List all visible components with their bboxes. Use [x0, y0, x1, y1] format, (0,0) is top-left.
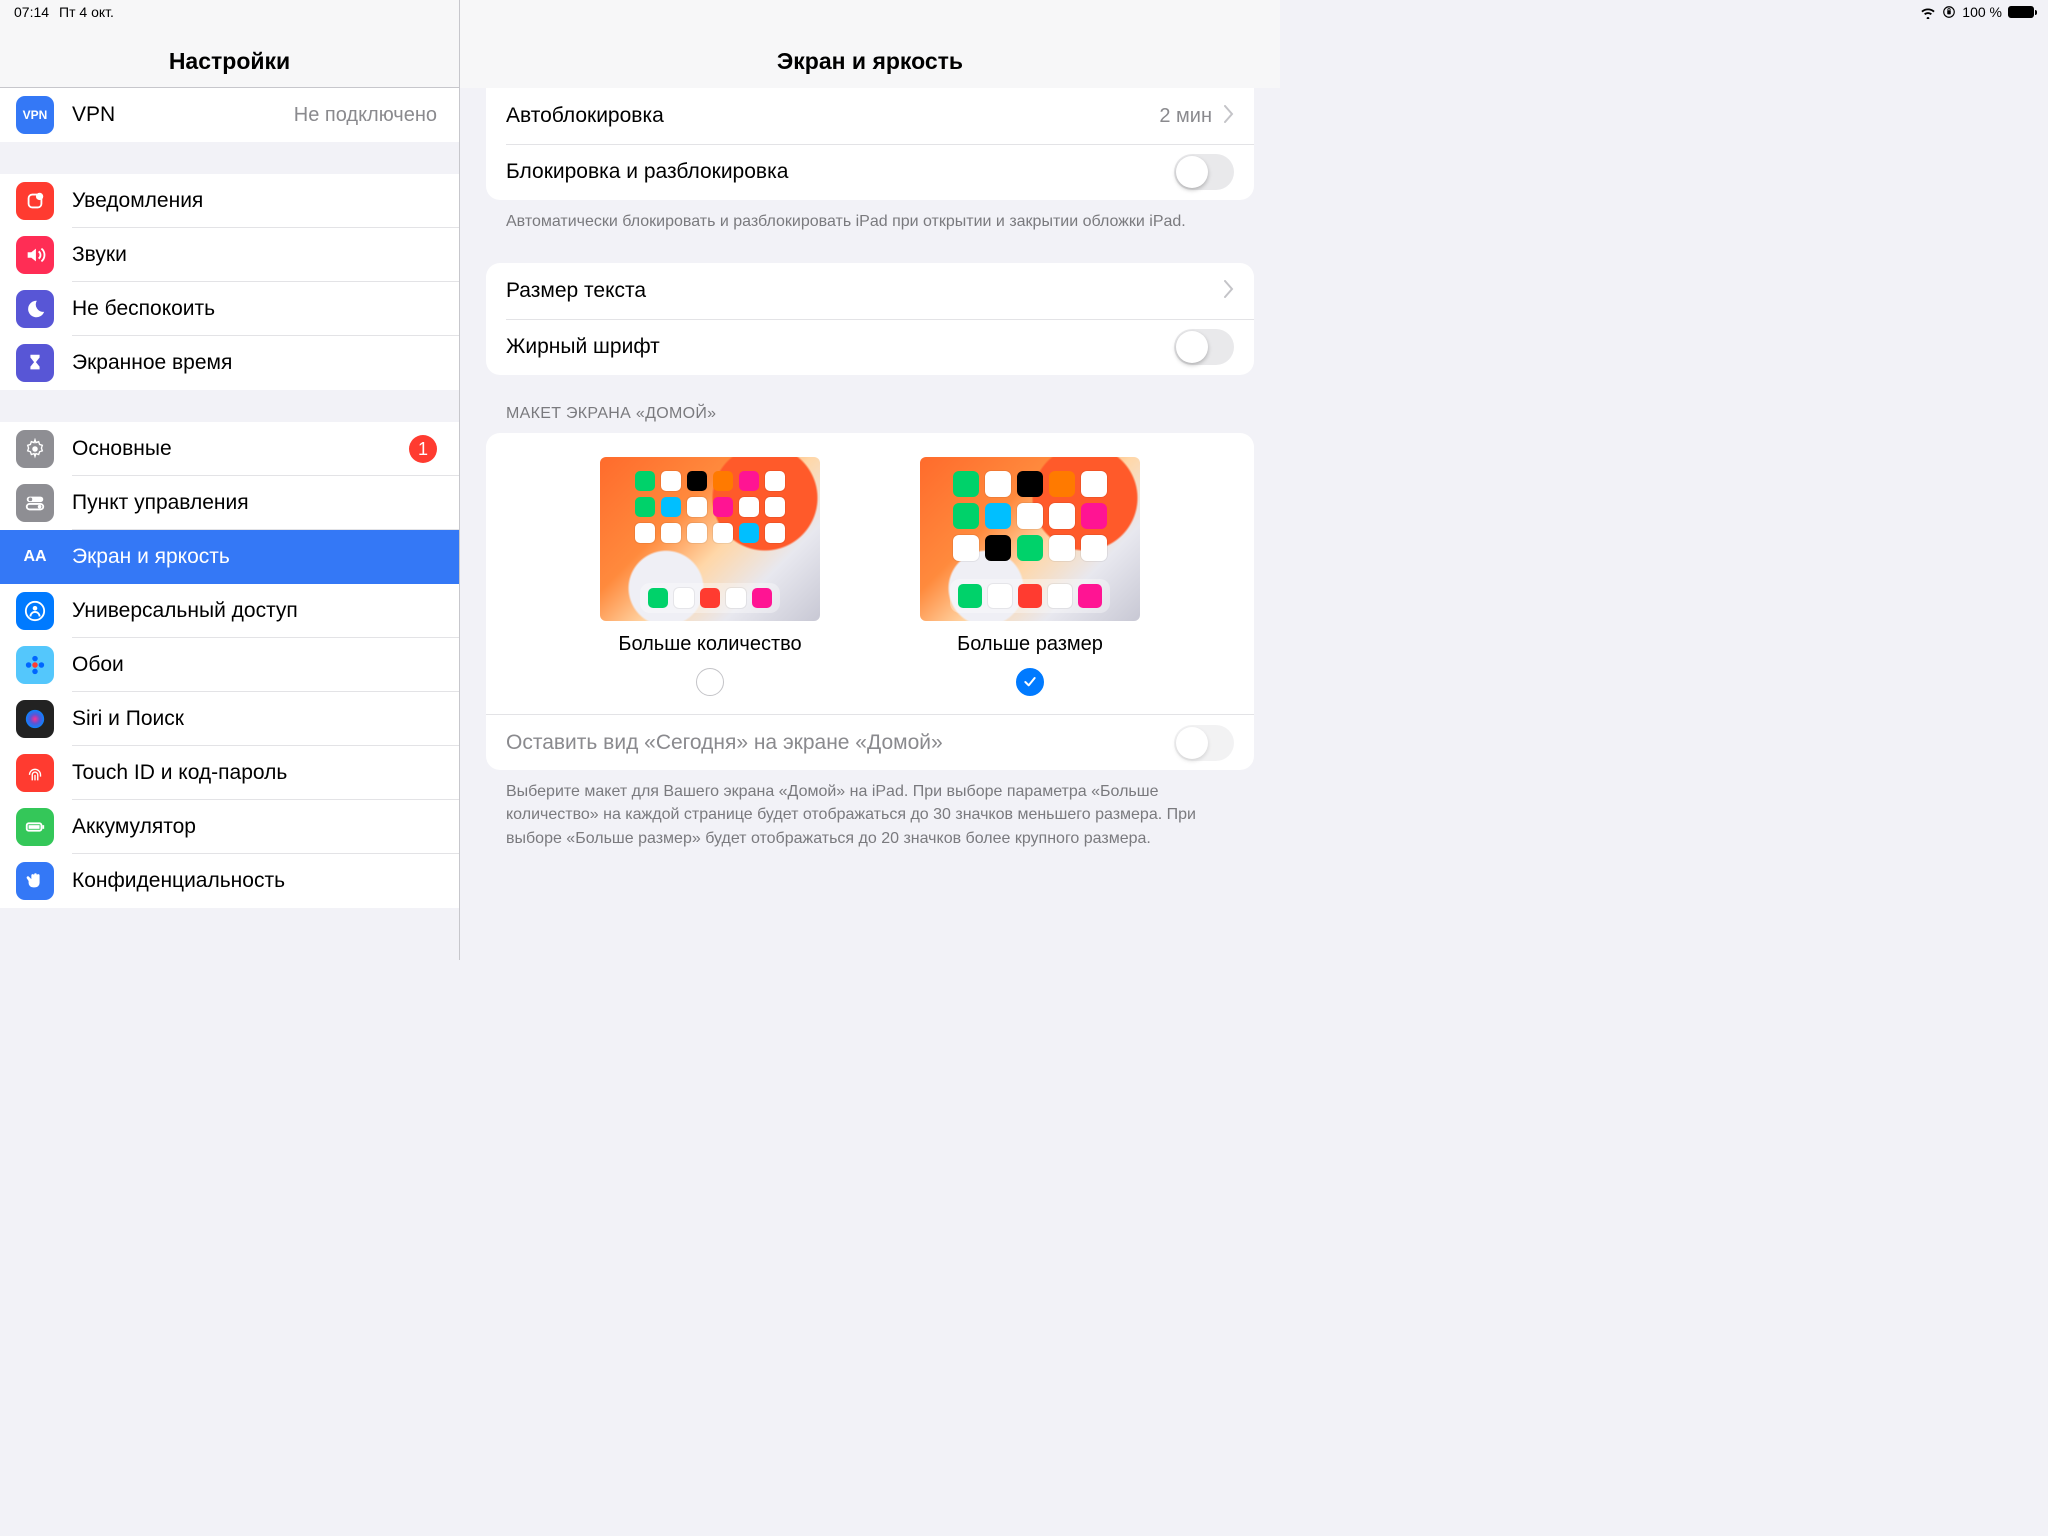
sidebar-item-label: Уведомления — [72, 189, 443, 213]
sidebar-item-label: Экран и яркость — [72, 545, 443, 569]
chevron-right-icon — [1224, 105, 1234, 128]
gear-icon — [16, 430, 54, 468]
textsize-label: Размер текста — [506, 279, 1224, 303]
vpn-icon: VPN — [16, 96, 54, 134]
layout-more-label: Больше количество — [618, 633, 801, 656]
lockunlock-note: Автоматически блокировать и разблокирова… — [486, 200, 1254, 233]
chevron-right-icon — [1224, 280, 1234, 303]
bell-icon — [16, 182, 54, 220]
finger-icon — [16, 754, 54, 792]
moon-icon — [16, 290, 54, 328]
today-switch — [1174, 725, 1234, 761]
group-home-layout: Больше количество Больше размер — [486, 433, 1254, 770]
aa-icon: AA — [16, 538, 54, 576]
autolock-label: Автоблокировка — [506, 104, 1159, 128]
sidebar-item-label: Конфиденциальность — [72, 869, 443, 893]
sidebar-item-display[interactable]: AA Экран и яркость — [0, 530, 459, 584]
detail-title: Экран и яркость — [777, 48, 963, 75]
status-bar: 07:14 Пт 4 окт. 100 % — [0, 0, 2048, 24]
rotation-lock-icon — [1942, 5, 1956, 19]
preview-bigger — [920, 457, 1140, 621]
sidebar-item-label: Пункт управления — [72, 491, 443, 515]
sidebar-item-label: Не беспокоить — [72, 297, 443, 321]
battery-icon — [16, 808, 54, 846]
layout-option-more[interactable]: Больше количество — [600, 457, 820, 696]
row-lock-unlock[interactable]: Блокировка и разблокировка — [486, 144, 1254, 200]
row-text-size[interactable]: Размер текста — [486, 263, 1254, 319]
sidebar-item-battery[interactable]: Аккумулятор — [0, 800, 459, 854]
sidebar-item-label: Обои — [72, 653, 443, 677]
sidebar-item-status: Не подключено — [294, 104, 437, 127]
detail-pane: Экран и яркость Автоблокировка 2 мин Бло… — [460, 0, 1280, 960]
sidebar-item-screentime[interactable]: Экранное время — [0, 336, 459, 390]
bold-label: Жирный шрифт — [506, 335, 1174, 359]
sidebar-item-label: Универсальный доступ — [72, 599, 443, 623]
sidebar-item-label: VPN — [72, 103, 294, 127]
today-label: Оставить вид «Сегодня» на экране «Домой» — [506, 731, 1174, 755]
row-autolock[interactable]: Автоблокировка 2 мин — [486, 88, 1254, 144]
speaker-icon — [16, 236, 54, 274]
layout-option-bigger[interactable]: Больше размер — [920, 457, 1140, 696]
sidebar-item-general[interactable]: Основные1 — [0, 422, 459, 476]
hand-icon — [16, 862, 54, 900]
layout-more-radio[interactable] — [696, 668, 724, 696]
hourglass-icon — [16, 344, 54, 382]
lockunlock-label: Блокировка и разблокировка — [506, 160, 1174, 184]
settings-sidebar: Настройки VPNVPNНе подключеноУведомления… — [0, 0, 460, 960]
sidebar-item-label: Основные — [72, 437, 409, 461]
sidebar-item-wallpaper[interactable]: Обои — [0, 638, 459, 692]
sidebar-item-control[interactable]: Пункт управления — [0, 476, 459, 530]
lockunlock-switch[interactable] — [1174, 154, 1234, 190]
sidebar-item-label: Экранное время — [72, 351, 443, 375]
sidebar-badge: 1 — [409, 435, 437, 463]
sidebar-item-label: Siri и Поиск — [72, 707, 443, 731]
preview-more — [600, 457, 820, 621]
status-time: 07:14 — [14, 4, 49, 20]
sidebar-item-label: Touch ID и код-пароль — [72, 761, 443, 785]
home-layout-header: МАКЕТ ЭКРАНА «ДОМОЙ» — [486, 375, 1254, 433]
home-layout-note: Выберите макет для Вашего экрана «Домой»… — [486, 770, 1254, 850]
battery-icon — [2008, 6, 2034, 18]
layout-bigger-label: Больше размер — [957, 633, 1103, 656]
flower-icon — [16, 646, 54, 684]
toggles-icon — [16, 484, 54, 522]
siri-icon — [16, 700, 54, 738]
person-icon — [16, 592, 54, 630]
autolock-value: 2 мин — [1159, 105, 1212, 128]
sidebar-item-touchid[interactable]: Touch ID и код-пароль — [0, 746, 459, 800]
row-today-view: Оставить вид «Сегодня» на экране «Домой» — [486, 714, 1254, 770]
group-text: Размер текста Жирный шрифт — [486, 263, 1254, 375]
layout-bigger-radio[interactable] — [1016, 668, 1044, 696]
sidebar-title: Настройки — [169, 48, 290, 75]
status-battery-pct: 100 % — [1962, 4, 2002, 20]
sidebar-item-siri[interactable]: Siri и Поиск — [0, 692, 459, 746]
sidebar-item-sounds[interactable]: Звуки — [0, 228, 459, 282]
sidebar-item-accessibility[interactable]: Универсальный доступ — [0, 584, 459, 638]
sidebar-item-label: Аккумулятор — [72, 815, 443, 839]
sidebar-item-label: Звуки — [72, 243, 443, 267]
row-bold-text[interactable]: Жирный шрифт — [486, 319, 1254, 375]
bold-switch[interactable] — [1174, 329, 1234, 365]
group-lock: Автоблокировка 2 мин Блокировка и разбло… — [486, 88, 1254, 200]
wifi-icon — [1920, 6, 1936, 18]
sidebar-item-notifications[interactable]: Уведомления — [0, 174, 459, 228]
status-date: Пт 4 окт. — [59, 4, 114, 20]
sidebar-item-vpn[interactable]: VPNVPNНе подключено — [0, 88, 459, 142]
sidebar-item-dnd[interactable]: Не беспокоить — [0, 282, 459, 336]
sidebar-item-privacy[interactable]: Конфиденциальность — [0, 854, 459, 908]
